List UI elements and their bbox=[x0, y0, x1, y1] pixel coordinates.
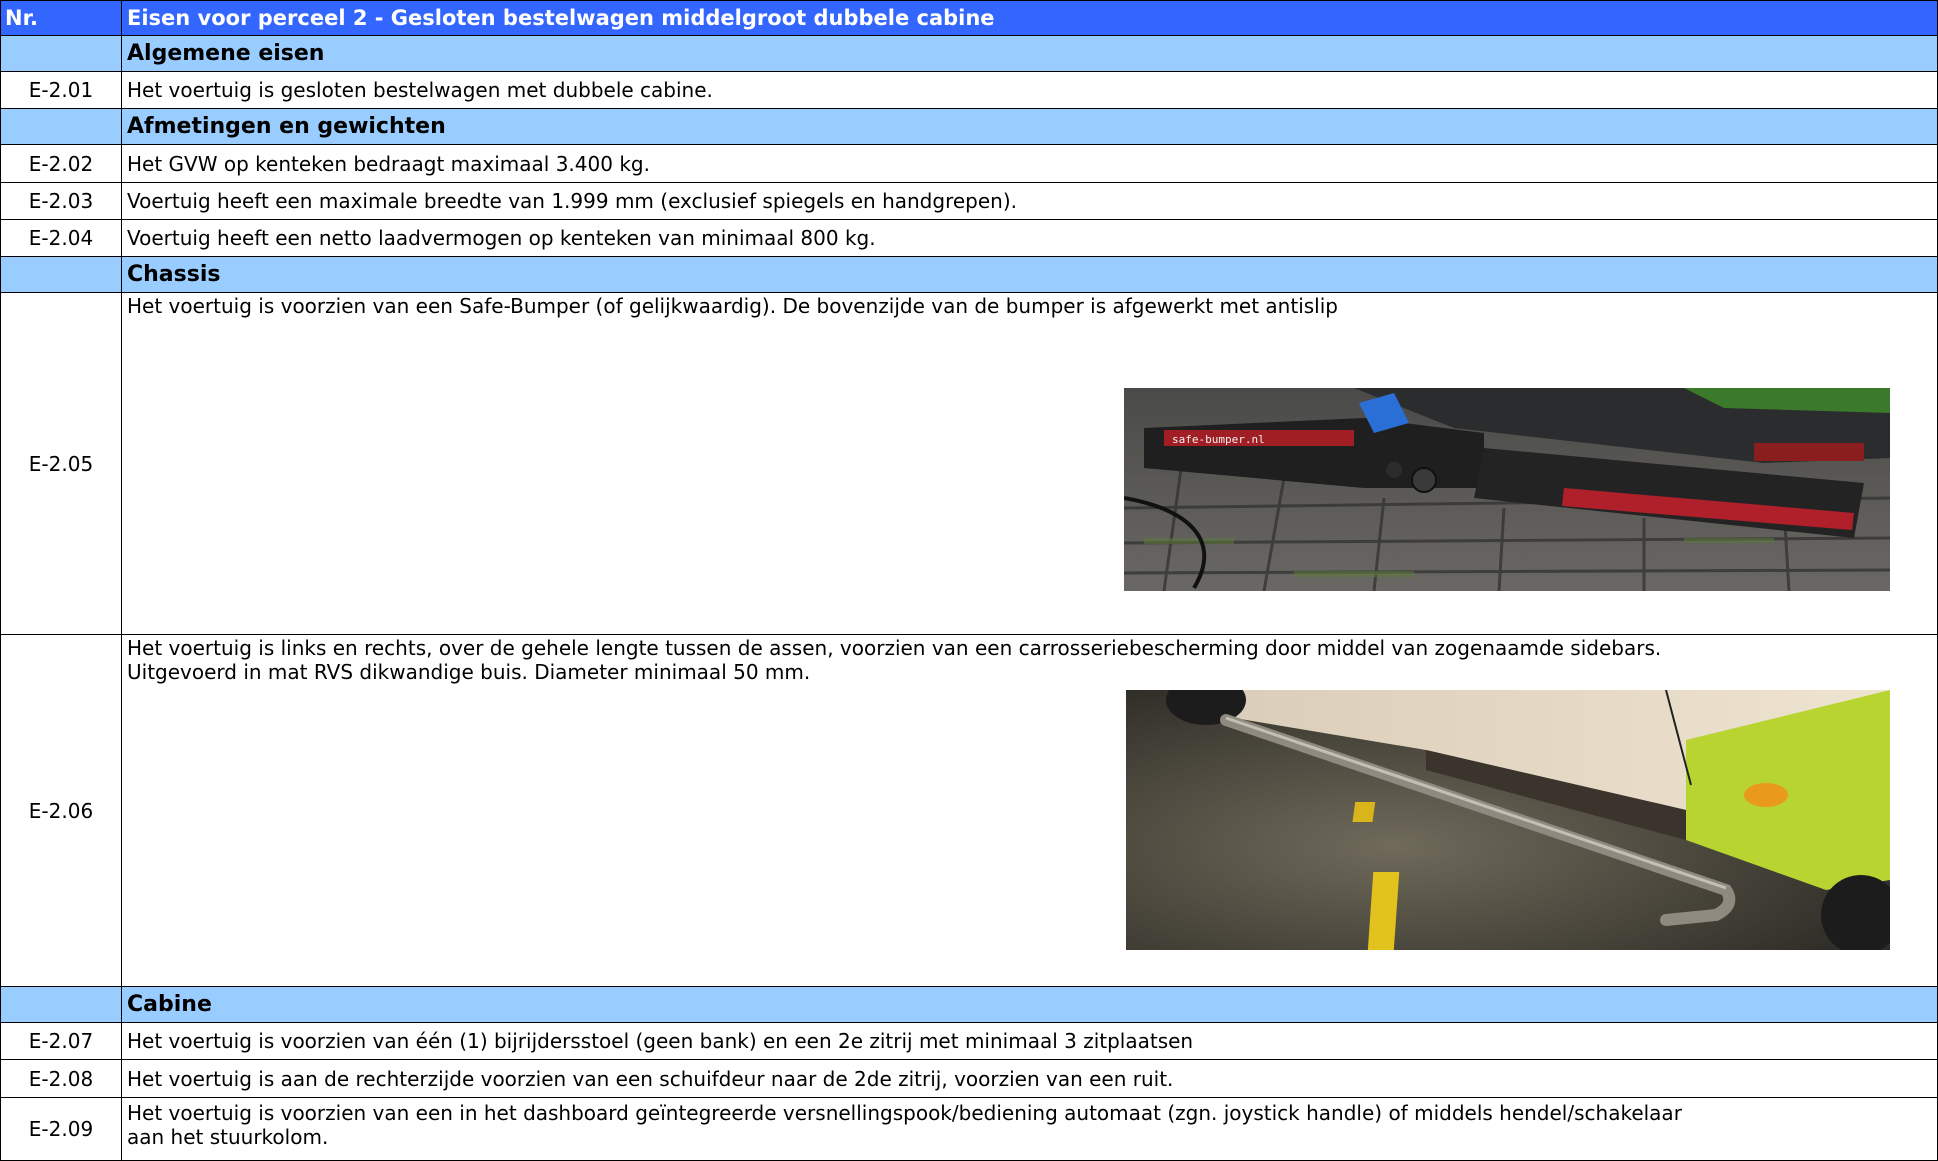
row-text-cell[interactable]: Het voertuig is voorzien van een in het … bbox=[122, 1098, 1938, 1161]
table-row: E-2.09 Het voertuig is voorzien van een … bbox=[0, 1098, 1938, 1161]
row-nr-cell[interactable]: E-2.09 bbox=[0, 1098, 122, 1161]
section-row-algemeen: Algemene eisen bbox=[0, 36, 1938, 72]
row-nr-cell[interactable]: E-2.02 bbox=[0, 145, 122, 183]
section-nr-cell[interactable] bbox=[0, 36, 122, 72]
section-title-cabine[interactable]: Cabine bbox=[122, 987, 1938, 1023]
row-text: Het voertuig is voorzien van een Safe-Bu… bbox=[127, 294, 1338, 318]
header-row: Nr. Eisen voor perceel 2 - Gesloten best… bbox=[0, 0, 1938, 36]
row-text-cell[interactable]: Het voertuig is voorzien van één (1) bij… bbox=[122, 1023, 1938, 1060]
sidebar-photo bbox=[1126, 690, 1890, 950]
bumper-sticker-text: safe-bumper.nl bbox=[1172, 433, 1265, 446]
row-nr-cell[interactable]: E-2.06 bbox=[0, 635, 122, 987]
section-nr-cell[interactable] bbox=[0, 987, 122, 1023]
section-title-afmetingen[interactable]: Afmetingen en gewichten bbox=[122, 109, 1938, 145]
section-title-chassis[interactable]: Chassis bbox=[122, 257, 1938, 293]
table-row: E-2.04 Voertuig heeft een netto laadverm… bbox=[0, 220, 1938, 257]
row-text-cell[interactable]: Het voertuig is aan de rechterzijde voor… bbox=[122, 1060, 1938, 1098]
row-nr-cell[interactable]: E-2.04 bbox=[0, 220, 122, 257]
table-row: E-2.08 Het voertuig is aan de rechterzij… bbox=[0, 1060, 1938, 1098]
row-text-cell[interactable]: Voertuig heeft een netto laadvermogen op… bbox=[122, 220, 1938, 257]
row-text-line-1: Het voertuig is links en rechts, over de… bbox=[127, 636, 1662, 660]
row-text-line-2: Uitgevoerd in mat RVS dikwandige buis. D… bbox=[127, 660, 811, 684]
row-nr-cell[interactable]: E-2.01 bbox=[0, 72, 122, 109]
section-nr-cell[interactable] bbox=[0, 257, 122, 293]
row-text-cell[interactable]: Voertuig heeft een maximale breedte van … bbox=[122, 183, 1938, 220]
spreadsheet-table: Nr. Eisen voor perceel 2 - Gesloten best… bbox=[0, 0, 1938, 1161]
section-title-algemeen[interactable]: Algemene eisen bbox=[122, 36, 1938, 72]
row-nr-cell[interactable]: E-2.07 bbox=[0, 1023, 122, 1060]
row-text-line-1: Het voertuig is voorzien van een in het … bbox=[127, 1101, 1682, 1125]
table-row: E-2.01 Het voertuig is gesloten bestelwa… bbox=[0, 72, 1938, 109]
table-row: E-2.03 Voertuig heeft een maximale breed… bbox=[0, 183, 1938, 220]
header-title-cell[interactable]: Eisen voor perceel 2 - Gesloten bestelwa… bbox=[122, 0, 1938, 36]
section-nr-cell[interactable] bbox=[0, 109, 122, 145]
row-text-line-2: aan het stuurkolom. bbox=[127, 1125, 329, 1149]
table-row: E-2.07 Het voertuig is voorzien van één … bbox=[0, 1023, 1938, 1060]
header-nr-cell[interactable]: Nr. bbox=[0, 0, 122, 36]
section-row-afmetingen: Afmetingen en gewichten bbox=[0, 109, 1938, 145]
safe-bumper-photo: safe-bumper.nl bbox=[1124, 388, 1890, 591]
row-text-cell[interactable]: Het voertuig is gesloten bestelwagen met… bbox=[122, 72, 1938, 109]
row-nr-cell[interactable]: E-2.03 bbox=[0, 183, 122, 220]
row-nr-cell[interactable]: E-2.05 bbox=[0, 293, 122, 635]
table-row: E-2.02 Het GVW op kenteken bedraagt maxi… bbox=[0, 145, 1938, 183]
row-nr-cell[interactable]: E-2.08 bbox=[0, 1060, 122, 1098]
section-row-chassis: Chassis bbox=[0, 257, 1938, 293]
row-text-cell[interactable]: Het GVW op kenteken bedraagt maximaal 3.… bbox=[122, 145, 1938, 183]
section-row-cabine: Cabine bbox=[0, 987, 1938, 1023]
